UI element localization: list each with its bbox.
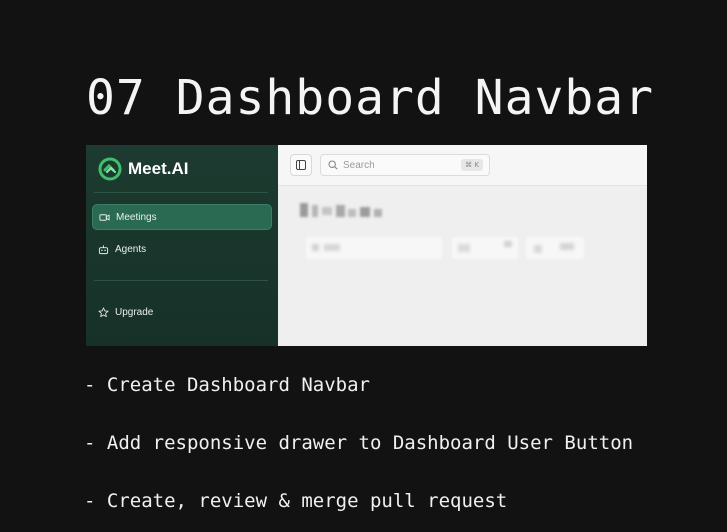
app-screenshot: Meet.AI Meetings Agents Upgrade Search ⌘… — [86, 145, 647, 346]
brand-name: Meet.AI — [128, 159, 189, 178]
search-icon — [328, 160, 338, 170]
blurred-content — [312, 205, 318, 217]
bullet-list: - Create Dashboard Navbar - Add responsi… — [84, 370, 633, 532]
blurred-content — [458, 244, 470, 252]
sidebar-divider — [94, 280, 268, 281]
sidebar-toggle-button[interactable] — [290, 154, 312, 176]
blurred-content — [322, 207, 332, 215]
sidebar-item-label: Upgrade — [115, 306, 154, 318]
star-icon — [98, 307, 109, 317]
panel-left-icon — [296, 160, 306, 170]
video-icon — [99, 213, 110, 221]
sidebar-item-label: Meetings — [116, 211, 157, 223]
sidebar-item-label: Agents — [115, 243, 147, 255]
sidebar-item-upgrade[interactable]: Upgrade — [92, 299, 272, 325]
blurred-content — [560, 243, 574, 250]
bullet-item: - Add responsive drawer to Dashboard Use… — [84, 432, 634, 454]
bullet-item: - Create Dashboard Navbar — [84, 374, 370, 396]
meet-ai-logo-icon — [98, 157, 122, 181]
blurred-content — [504, 241, 512, 247]
sidebar-item-meetings[interactable]: Meetings — [92, 204, 272, 230]
blurred-content — [348, 209, 356, 217]
blurred-content — [336, 205, 345, 217]
sidebar: Meet.AI Meetings Agents Upgrade — [86, 145, 278, 346]
blurred-content — [324, 244, 340, 251]
keyboard-shortcut: ⌘ K — [461, 159, 483, 171]
search-button[interactable]: Search ⌘ K — [320, 154, 490, 176]
blurred-content — [300, 203, 308, 217]
blurred-content — [374, 209, 382, 217]
blurred-content — [534, 245, 542, 253]
sidebar-item-agents[interactable]: Agents — [92, 236, 272, 262]
blurred-content — [312, 244, 319, 251]
search-placeholder: Search — [343, 159, 375, 171]
dashboard-navbar: Search ⌘ K — [278, 145, 647, 186]
brand[interactable]: Meet.AI — [98, 157, 188, 181]
main-content: Search ⌘ K — [278, 145, 647, 346]
bot-icon — [98, 244, 109, 254]
slide-title: 07 Dashboard Navbar — [86, 70, 655, 126]
blurred-content — [360, 207, 370, 217]
bullet-item: - Create, review & merge pull request — [84, 490, 508, 512]
sidebar-divider — [94, 192, 268, 193]
